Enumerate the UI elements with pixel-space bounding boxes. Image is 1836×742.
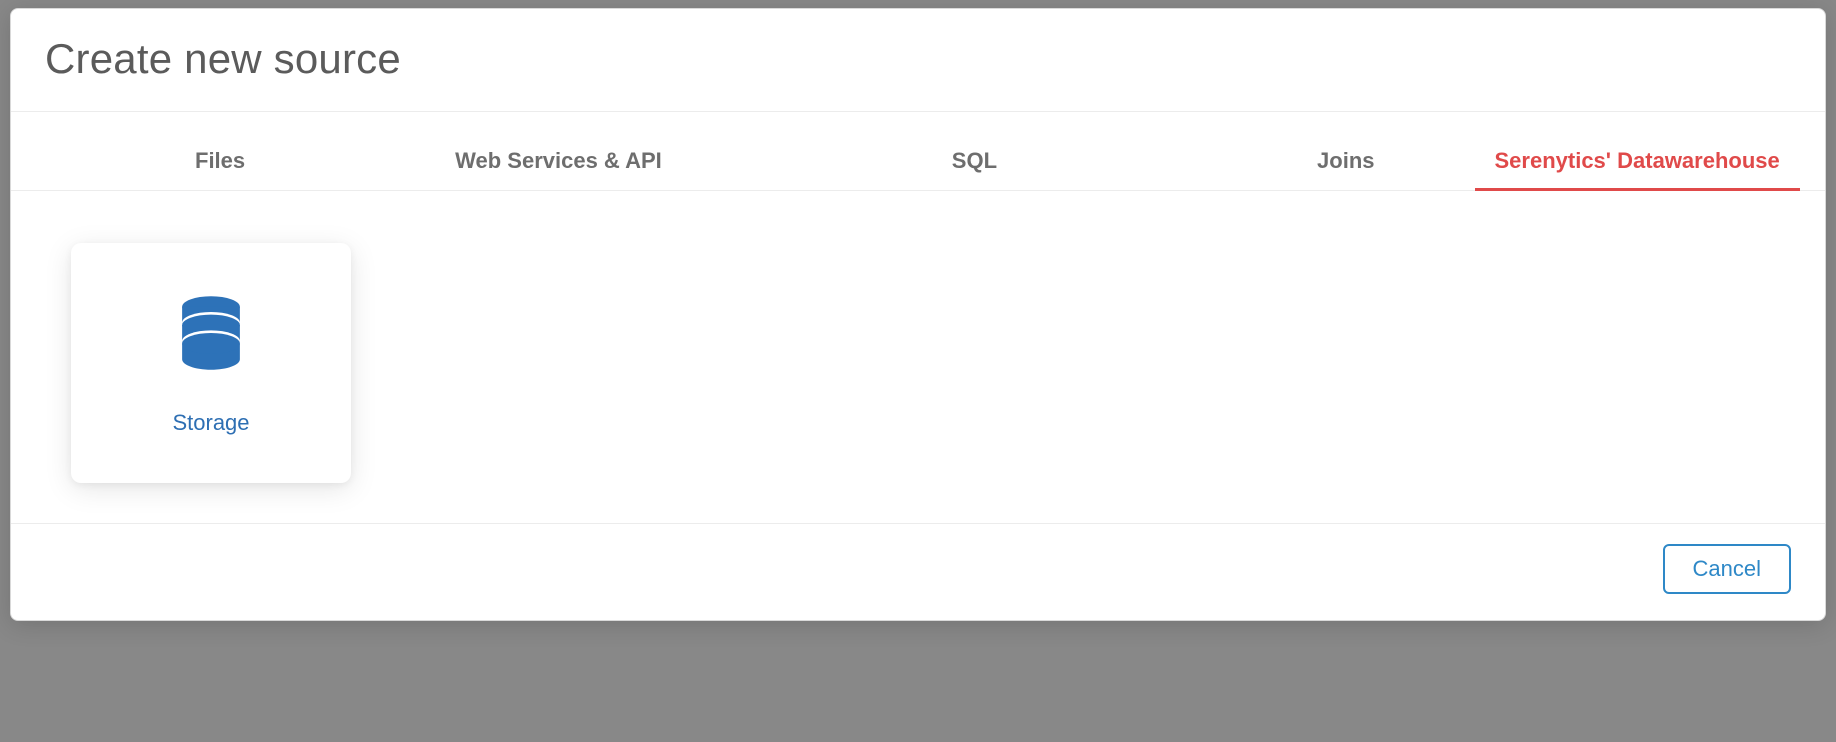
tab-web-services-api[interactable]: Web Services & API [355,136,802,190]
tab-bar: Files Web Services & API SQL Joins Seren… [11,136,1825,191]
tab-serenytics-datawarehouse[interactable]: Serenytics' Datawarehouse [1475,136,1800,190]
modal-header: Create new source [11,9,1825,112]
modal-overlay: Create new source Files Web Services & A… [0,0,1836,742]
modal-title: Create new source [45,35,1791,83]
database-icon [169,291,253,380]
modal-footer: Cancel [11,524,1825,620]
storage-card[interactable]: Storage [71,243,351,483]
tab-joins[interactable]: Joins [1177,136,1474,190]
tab-sql[interactable]: SQL [802,136,1177,190]
card-label: Storage [172,410,249,436]
cancel-button[interactable]: Cancel [1663,544,1791,594]
tab-files[interactable]: Files [45,136,355,190]
create-source-modal: Create new source Files Web Services & A… [10,8,1826,621]
modal-body: Storage [11,191,1825,524]
